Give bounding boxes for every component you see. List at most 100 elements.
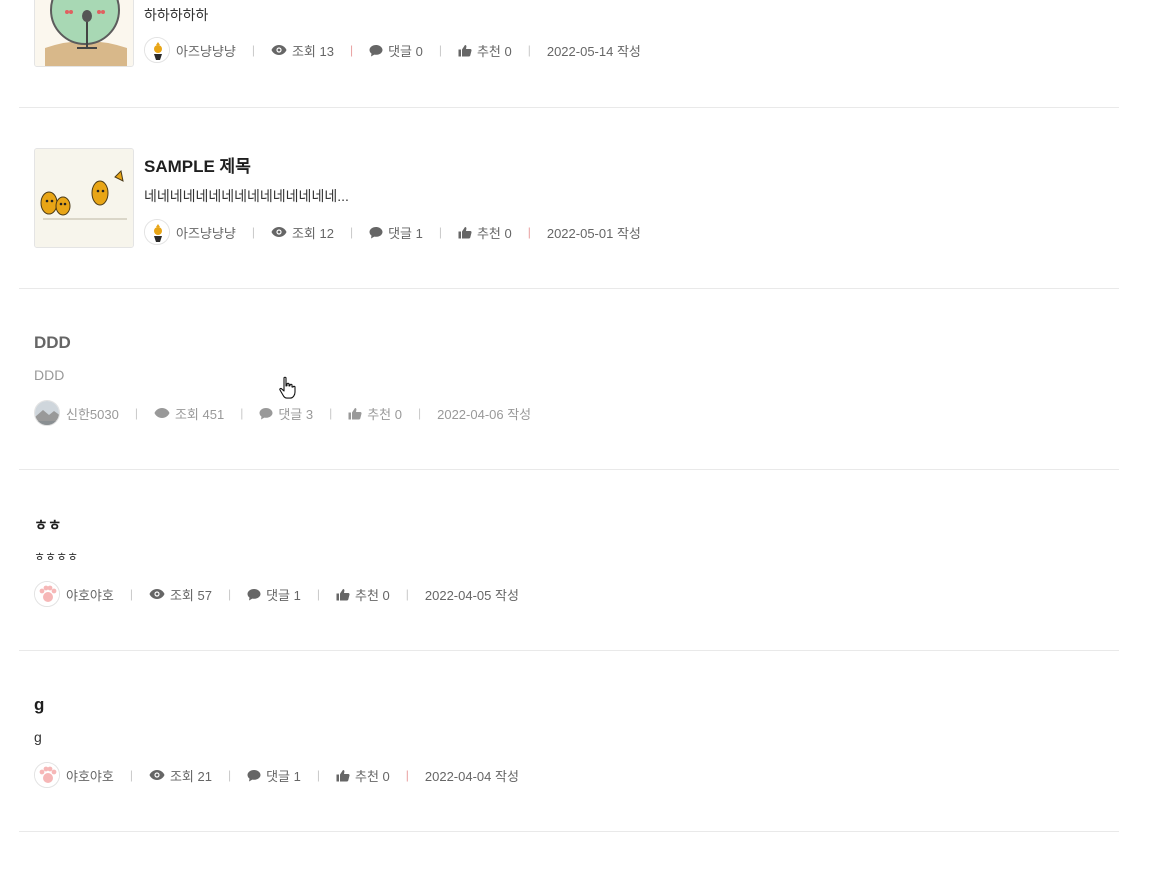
like-count: 추천 0 [458,223,512,242]
view-count-label: 조회 12 [291,225,334,241]
meta-separator: | [527,225,531,239]
speech-bubble-icon [247,588,261,600]
post-meta: 아즈냥냥냥 | 조회 13 | 댓글 0 | 추천 0 | 2022-05-14… [144,37,641,63]
meta-separator: | [251,225,255,239]
meta-separator: | [417,406,422,420]
eye-icon [149,770,165,780]
meta-separator: | [329,406,333,420]
like-count: 추천 0 [336,766,390,785]
meta-separator: | [438,225,442,239]
view-count: 조회 21 [149,766,212,785]
speech-bubble-icon [259,407,273,419]
post-meta: 신한5030 | 조회 451 | 댓글 3 | 추천 0 | 2022-04-… [34,400,531,426]
post-date: 2022-04-06 작성 [437,406,532,422]
like-count-label: 추천 0 [476,43,512,59]
post-date: 2022-04-05 작성 [424,587,519,603]
meta-separator: | [405,587,409,601]
post-meta: 야호야호 | 조회 21 | 댓글 1 | 추천 0 | 2022-04-04 … [34,762,519,788]
meta-separator: | [527,43,531,57]
author-name[interactable]: 아즈냥냥냥 [176,223,236,242]
author-avatar[interactable] [144,219,170,245]
speech-bubble-icon [369,44,383,56]
view-count-label: 조회 13 [291,43,334,59]
post-date: 2022-04-04 작성 [424,768,519,784]
author-name[interactable]: 아즈냥냥냥 [176,41,236,60]
post-excerpt[interactable]: g [34,729,42,745]
meta-separator: | [316,587,320,601]
post-date: 2022-05-14 작성 [546,43,641,59]
comment-count: 댓글 0 [369,41,423,60]
thumbs-up-icon [336,769,350,781]
thumbs-up-icon [458,226,472,238]
post-title[interactable]: SAMPLE 제목 [144,152,251,177]
author-name[interactable]: 야호야호 [66,585,114,604]
author-avatar[interactable] [144,37,170,63]
meta-separator: | [129,587,133,601]
eye-icon [271,227,287,237]
meta-separator: | [240,406,244,420]
meta-separator: | [129,768,133,782]
like-count-label: 추천 0 [354,768,390,784]
like-count: 추천 0 [458,41,512,60]
view-count: 조회 12 [271,223,334,242]
meta-separator: | [134,406,138,420]
like-count: 추천 0 [336,585,390,604]
meta-separator: | [438,43,442,57]
post-excerpt[interactable]: 네네네네네네네네네네네네네네네... [144,186,349,206]
comment-count: 댓글 1 [247,585,301,604]
view-count-label: 조회 21 [169,768,212,784]
like-count-label: 추천 0 [354,587,390,603]
comment-count-label: 댓글 3 [278,406,314,422]
thumbs-up-icon [336,588,350,600]
view-count-label: 조회 57 [169,587,212,603]
comment-count: 댓글 1 [247,766,301,785]
post-item[interactable]: g g 야호야호 | 조회 21 | 댓글 1 | 추천 0 | 2022-04… [19,651,1119,832]
meta-separator: | [349,225,354,239]
author-avatar[interactable] [34,762,60,788]
like-count: 추천 0 [348,404,402,423]
post-meta: 아즈냥냥냥 | 조회 12 | 댓글 1 | 추천 0 | 2022-05-01… [144,219,641,245]
author-avatar[interactable] [34,400,60,426]
post-item[interactable]: ㅎㅎ ㅎㅎㅎㅎ 야호야호 | 조회 57 | 댓글 1 | 추천 0 | 202… [19,470,1119,651]
thumbs-up-icon [348,407,362,419]
view-count: 조회 57 [149,585,212,604]
meta-separator: | [349,43,354,57]
comment-count-label: 댓글 0 [388,43,423,59]
eye-icon [154,408,170,418]
like-count-label: 추천 0 [476,225,512,241]
view-count-label: 조회 451 [174,406,225,422]
post-date: 2022-05-01 작성 [546,225,641,241]
comment-count-label: 댓글 1 [266,587,301,603]
view-count: 조회 451 [154,404,224,423]
author-name[interactable]: 야호야호 [66,766,114,785]
hand-pointer-cursor-icon [278,376,298,400]
comment-count-label: 댓글 1 [266,768,301,784]
post-item[interactable]: SAMPLE 제목 네네네네네네네네네네네네네네네... 아즈냥냥냥 | 조회 … [19,108,1119,289]
post-item[interactable]: 하하하하하 아즈냥냥냥 | 조회 13 | 댓글 0 | 추천 0 | 2022… [19,0,1119,108]
post-excerpt[interactable]: ㅎㅎㅎㅎ [34,548,78,565]
eye-icon [271,45,287,55]
author-avatar[interactable] [34,581,60,607]
post-thumbnail[interactable] [34,0,134,67]
meta-separator: | [227,587,232,601]
view-count: 조회 13 [271,41,334,60]
post-item[interactable]: DDD DDD 신한5030 | 조회 451 | 댓글 3 | 추천 0 | … [19,289,1119,470]
post-title[interactable]: g [34,695,44,715]
speech-bubble-icon [369,226,383,238]
comment-count: 댓글 1 [369,223,423,242]
post-title[interactable]: ㅎㅎ [34,514,62,535]
post-excerpt[interactable]: DDD [34,367,64,383]
post-excerpt[interactable]: 하하하하하 [144,5,208,25]
post-meta: 야호야호 | 조회 57 | 댓글 1 | 추천 0 | 2022-04-05 … [34,581,519,607]
meta-separator: | [405,768,409,782]
meta-separator: | [316,768,320,782]
post-title[interactable]: DDD [34,333,71,353]
eye-icon [149,589,165,599]
comment-count: 댓글 3 [259,404,313,423]
author-name[interactable]: 신한5030 [66,404,119,423]
thumbs-up-icon [458,44,472,56]
meta-separator: | [227,768,232,782]
post-thumbnail[interactable] [34,148,134,248]
like-count-label: 추천 0 [367,406,402,422]
comment-count-label: 댓글 1 [388,225,423,241]
